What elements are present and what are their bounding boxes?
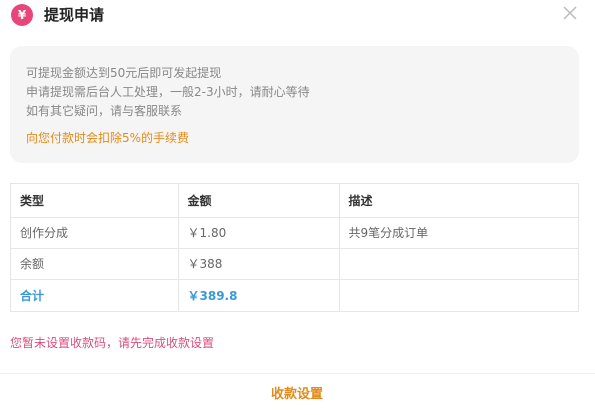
table-total-row: 合计 ￥389.8 (11, 278, 578, 312)
dialog-title: 提现申请 (44, 6, 105, 24)
withdraw-dialog: ¥ 提现申请 可提现金额达到50元后即可发起提现 申请提现需后台人工处理，一般2… (0, 0, 595, 415)
notice-box: 可提现金额达到50元后即可发起提现 申请提现需后台人工处理，一般2-3小时，请耐… (10, 46, 579, 163)
close-icon (563, 6, 577, 20)
fee-notice: 向您付款时会扣除5%的手续费 (26, 131, 190, 145)
total-amount: ￥389.8 (177, 278, 340, 312)
withdraw-table: 类型 金额 描述 创作分成 ￥1.80 共9笔分成订单 余额 ￥388 合计 ￥… (10, 183, 579, 312)
cell-type: 创作分成 (11, 216, 179, 249)
total-label: 合计 (11, 278, 179, 312)
close-button[interactable] (561, 4, 579, 22)
dialog-header: ¥ 提现申请 (0, 0, 595, 30)
footer-divider (0, 373, 595, 374)
table-row: 余额 ￥388 (11, 247, 578, 280)
cell-type: 余额 (11, 247, 179, 280)
payment-code-warning: 您暂未设置收款码，请先完成收款设置 (10, 336, 215, 350)
cell-amount: ￥1.80 (177, 216, 340, 249)
yen-icon: ¥ (11, 4, 33, 26)
table-header-row: 类型 金额 描述 (11, 184, 578, 218)
column-header-description: 描述 (338, 184, 578, 218)
notice-line-contact-support: 如有其它疑问，请与客服联系 (26, 104, 183, 118)
notice-line-min-amount: 可提现金额达到50元后即可发起提现 (26, 66, 222, 80)
cell-description (338, 247, 578, 280)
column-header-amount: 金额 (177, 184, 340, 218)
total-description (338, 278, 578, 312)
cell-description: 共9笔分成订单 (338, 216, 578, 249)
table-row: 创作分成 ￥1.80 共9笔分成订单 (11, 216, 578, 249)
notice-line-processing-time: 申请提现需后台人工处理，一般2-3小时，请耐心等待 (26, 85, 310, 99)
cell-amount: ￥388 (177, 247, 340, 280)
payment-settings-button[interactable]: 收款设置 (252, 384, 342, 406)
column-header-type: 类型 (11, 184, 179, 218)
